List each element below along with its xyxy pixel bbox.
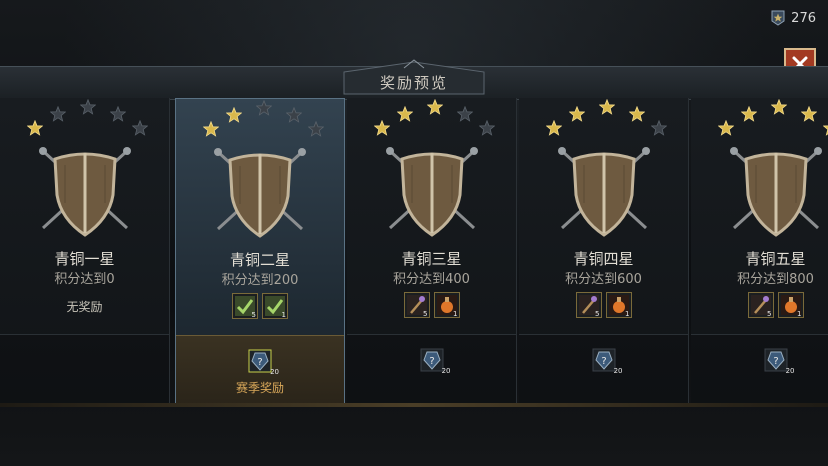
star-filled-icon: [771, 99, 787, 115]
season-reward-row: [0, 334, 169, 405]
star-filled-icon: [801, 106, 817, 122]
season-reward-row: ? 20 赛季奖励: [176, 335, 344, 406]
star-empty-icon: [286, 107, 302, 123]
rank-requirement: 积分达到0: [54, 272, 115, 287]
reward-cards: 青铜一星 积分达到0 无奖励 青铜二星 积分达到200 5 1? 20 赛季奖励 青铜三星 积分…: [0, 98, 828, 406]
star-filled-icon: [741, 106, 757, 122]
rank-stars: [691, 98, 828, 138]
star-filled-icon: [629, 106, 645, 122]
bronze-shield-icon: [214, 148, 306, 238]
star-filled-icon: [599, 99, 615, 115]
svg-text:?: ?: [257, 357, 262, 368]
rank-stars: [176, 99, 344, 139]
rank-stars: [0, 98, 169, 138]
item-count: 1: [281, 311, 286, 319]
season-reward-label: 赛季奖励: [235, 381, 284, 395]
currency-value: 276: [791, 10, 816, 26]
item-count: 5: [595, 310, 600, 318]
staff-icon[interactable]: 5: [575, 292, 602, 318]
star-empty-icon: [110, 106, 126, 122]
star-filled-icon: [27, 120, 43, 136]
season-reward-row: ? 20: [347, 334, 516, 405]
rank-requirement: 积分达到400: [393, 272, 470, 287]
star-empty-icon: [50, 106, 66, 122]
currency-display: 276: [770, 10, 816, 26]
reward-card-5[interactable]: 青铜五星 积分达到800 5 1? 20: [691, 98, 828, 405]
reward-card-4[interactable]: 青铜四星 积分达到600 5 1? 20: [519, 98, 689, 405]
item-count: 5: [767, 310, 772, 318]
item-count: 5: [251, 311, 256, 319]
star-filled-icon: [569, 106, 585, 122]
rank-stars: [519, 98, 688, 138]
rank-requirement: 积分达到800: [737, 272, 814, 287]
mystery-item-icon[interactable]: ? 20: [763, 347, 795, 375]
star-filled-icon: [374, 120, 390, 136]
rank-name: 青铜二星: [229, 251, 290, 269]
item-count: 1: [797, 310, 802, 318]
item-count: 5: [423, 310, 428, 318]
staff-icon[interactable]: 5: [747, 292, 774, 318]
star-filled-icon: [226, 107, 242, 123]
season-reward-row: ? 20: [691, 334, 828, 405]
window-title: 奖励预览: [379, 74, 448, 92]
star-empty-icon: [651, 120, 667, 136]
reward-items: 51: [176, 293, 344, 319]
mystery-item-icon[interactable]: ? 20: [419, 347, 451, 375]
star-filled-icon: [718, 120, 734, 136]
item-count: 1: [453, 310, 458, 318]
check-scroll-icon[interactable]: 1: [262, 293, 288, 319]
star-filled-icon: [546, 120, 562, 136]
rank-requirement: 积分达到600: [565, 272, 642, 287]
rank-name: 青铜一星: [54, 250, 115, 268]
potion-icon[interactable]: 1: [777, 292, 804, 318]
item-count: 20: [785, 367, 795, 375]
star-filled-icon: [397, 106, 413, 122]
star-filled-icon: [823, 125, 828, 136]
reward-items: 51: [691, 292, 828, 318]
star-empty-icon: [479, 120, 495, 136]
svg-text:?: ?: [601, 356, 606, 367]
check-scroll-icon[interactable]: 5: [232, 293, 258, 319]
staff-icon[interactable]: 5: [403, 292, 430, 318]
reward-card-3[interactable]: 青铜三星 积分达到400 5 1? 20: [347, 98, 517, 405]
no-reward-label: 无奖励: [66, 300, 103, 314]
reward-card-2[interactable]: 青铜二星 积分达到200 5 1? 20 赛季奖励: [175, 98, 345, 406]
star-filled-icon: [427, 99, 443, 115]
item-count: 20: [441, 367, 451, 375]
rank-requirement: 积分达到200: [221, 273, 299, 288]
star-filled-icon: [203, 121, 219, 137]
rank-name: 青铜四星: [573, 250, 634, 268]
reward-items: 51: [347, 292, 516, 318]
bronze-shield-icon: [38, 147, 131, 237]
season-reward-row: ? 20: [519, 334, 688, 405]
star-empty-icon: [457, 106, 473, 122]
star-empty-icon: [80, 99, 96, 115]
reward-card-1[interactable]: 青铜一星积分达到0 无奖励: [0, 98, 170, 405]
bottom-divider: [0, 403, 828, 407]
star-empty-icon: [132, 120, 148, 136]
bronze-shield-icon: [557, 147, 650, 237]
mystery-item-icon[interactable]: ? 20: [591, 347, 623, 375]
svg-text:?: ?: [429, 356, 434, 367]
rank-stars: [347, 98, 516, 138]
rank-name: 青铜五星: [745, 250, 806, 268]
bronze-shield-icon: [729, 147, 822, 237]
item-count: 20: [613, 367, 623, 375]
item-count: 1: [625, 310, 630, 318]
star-empty-icon: [308, 121, 324, 137]
rank-name: 青铜三星: [401, 250, 462, 268]
item-count: 20: [270, 368, 279, 376]
reward-items: 51: [519, 292, 688, 318]
svg-text:?: ?: [773, 356, 778, 367]
star-empty-icon: [256, 100, 272, 116]
star-badge-icon: [771, 10, 785, 26]
mystery-item-icon[interactable]: ? 20: [247, 348, 279, 376]
bronze-shield-icon: [385, 147, 478, 237]
potion-icon[interactable]: 1: [605, 292, 632, 318]
potion-icon[interactable]: 1: [433, 292, 460, 318]
